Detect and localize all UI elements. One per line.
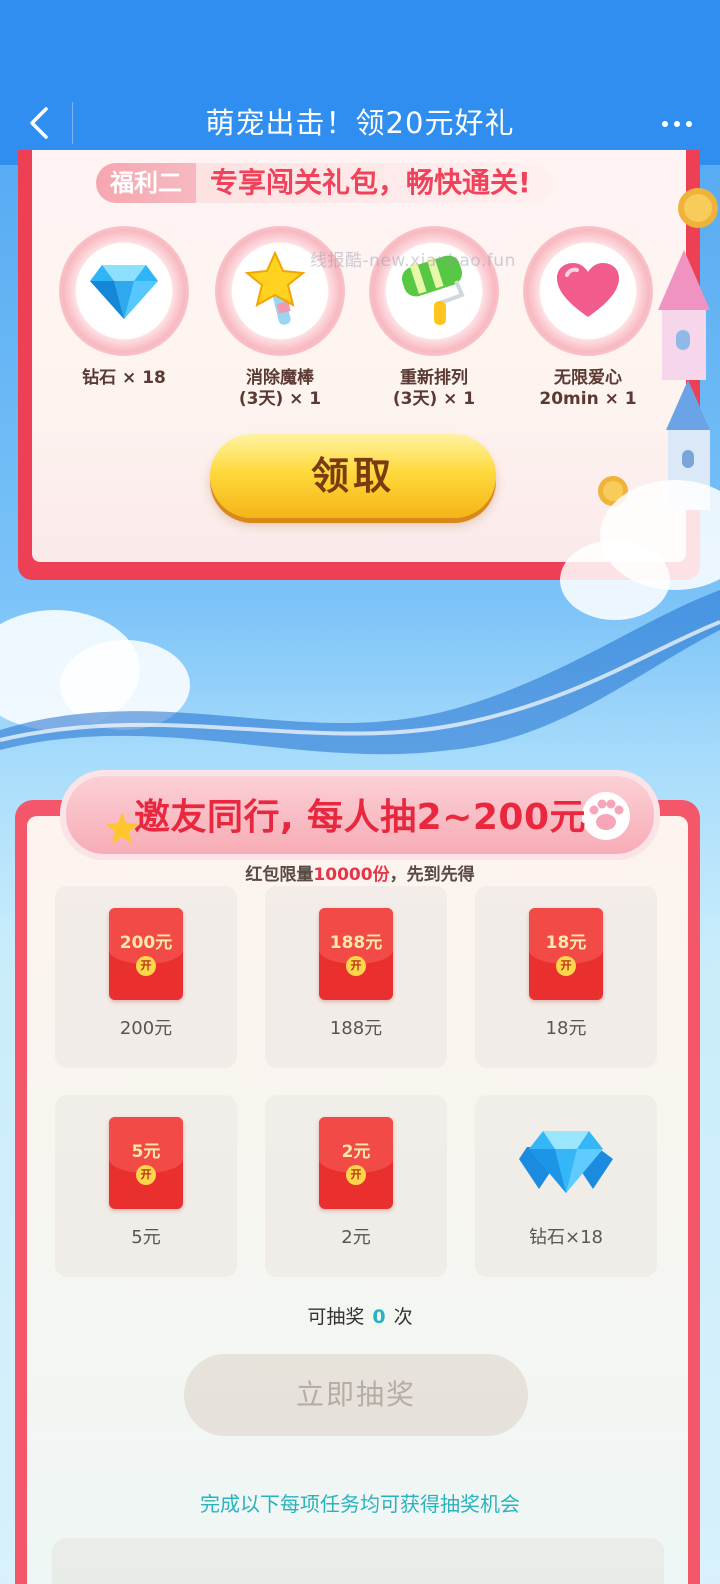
- gift-line2: (3天) × 1: [238, 389, 322, 409]
- envelope-seal: 开: [556, 956, 576, 976]
- envelope-amount: 2元: [341, 1142, 371, 1162]
- prize-cell: 5元 开 5元: [55, 1095, 237, 1277]
- gift-line1: 消除魔棒: [246, 368, 314, 388]
- envelope-amount: 5元: [131, 1142, 161, 1162]
- prize-label: 188元: [329, 1018, 383, 1039]
- gift-line1: 钻石 × 18: [82, 368, 166, 388]
- draw-count: 可抽奖 0 次: [0, 1302, 720, 1329]
- welfare-tag: 福利二: [96, 163, 196, 203]
- draw-count-suffix: 次: [393, 1306, 413, 1328]
- red-envelope-icon: 2元 开: [319, 1117, 393, 1209]
- gift-name: 消除魔棒 (3天) × 1: [210, 368, 350, 410]
- top-app-bar: 萌宠出击！领20元好礼: [0, 0, 720, 165]
- red-envelope-icon: 5元 开: [109, 1117, 183, 1209]
- task-card[interactable]: [52, 1538, 664, 1584]
- gift-name: 钻石 × 18: [54, 368, 194, 389]
- prize-cell: 188元 开 188元: [265, 886, 447, 1068]
- gift-line2: 20min × 1: [539, 389, 637, 409]
- draw-now-button[interactable]: 立即抽奖: [184, 1354, 528, 1436]
- coin-icon: [678, 188, 718, 228]
- prize-label: 钻石×18: [529, 1227, 603, 1248]
- heart-icon: [557, 263, 619, 317]
- envelope-seal: 开: [346, 956, 366, 976]
- welfare-heading: 福利二 专享闯关礼包，畅快通关!: [96, 162, 553, 204]
- envelope-seal: 开: [136, 956, 156, 976]
- limit-count: 10000份: [313, 865, 390, 885]
- red-envelope-icon: 200元 开: [109, 908, 183, 1000]
- prize-label: 5元: [131, 1227, 161, 1248]
- envelope-seal: 开: [136, 1165, 156, 1185]
- prize-label: 18元: [545, 1018, 587, 1039]
- gift-frame: [59, 226, 189, 356]
- envelope-amount: 18元: [545, 933, 587, 953]
- red-envelope-icon: 18元 开: [529, 908, 603, 1000]
- more-dot: [686, 121, 692, 127]
- gift-name: 重新排列 (3天) × 1: [364, 368, 504, 410]
- gift-line1: 重新排列: [400, 368, 468, 388]
- envelope-seal: 开: [346, 1165, 366, 1185]
- prize-cell: 2元 开 2元: [265, 1095, 447, 1277]
- welfare-desc: 专享闯关礼包，畅快通关!: [196, 163, 553, 203]
- draw-count-prefix: 可抽奖: [307, 1306, 365, 1328]
- limit-note: 红包限量10000份，先到先得: [0, 860, 720, 885]
- prize-cell: 200元 开 200元: [55, 886, 237, 1068]
- gift-frame: [523, 226, 653, 356]
- task-note: 完成以下每项任务均可获得抽奖机会: [200, 1492, 520, 1516]
- red-envelope-icon: 188元 开: [319, 908, 393, 1000]
- lottery-banner: 邀友同行, 每人抽2~200元: [60, 770, 660, 860]
- prize-label: 200元: [119, 1018, 173, 1039]
- prize-cell: 18元 开 18元: [475, 886, 657, 1068]
- gift-line1: 无限爱心: [554, 368, 622, 388]
- diamonds-icon: [519, 1131, 613, 1193]
- more-dots-icon: [662, 121, 668, 127]
- gift-diamond: 钻石 × 18: [54, 226, 194, 389]
- wave-ribbon: [0, 590, 720, 755]
- gift-heart: 无限爱心 20min × 1: [518, 226, 658, 410]
- claim-button[interactable]: 领取: [210, 434, 496, 518]
- more-button[interactable]: [652, 104, 702, 144]
- gift-name: 无限爱心 20min × 1: [518, 368, 658, 410]
- envelope-amount: 188元: [329, 933, 383, 953]
- limit-prefix: 红包限量: [245, 865, 314, 885]
- lottery-banner-text: 邀友同行, 每人抽2~200元: [133, 797, 587, 838]
- page-title: 萌宠出击！领20元好礼: [205, 106, 515, 140]
- limit-suffix: ，先到先得: [389, 865, 475, 885]
- watermark: 线报酷-new.xianbao.fun: [310, 251, 516, 271]
- gift-line2: (3天) × 1: [392, 389, 476, 409]
- more-dot: [674, 121, 680, 127]
- diamond-icon: [90, 265, 158, 319]
- prize-label: 2元: [341, 1227, 371, 1248]
- envelope-amount: 200元: [119, 933, 173, 953]
- draw-count-number: 0: [372, 1306, 386, 1328]
- magic-wand-icon: [245, 251, 306, 325]
- prize-cell: 钻石×18: [475, 1095, 657, 1277]
